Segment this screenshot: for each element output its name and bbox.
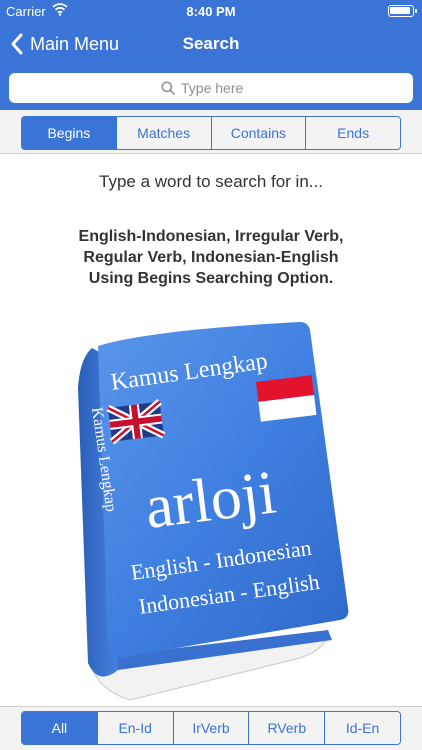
segment-ends[interactable]: Ends — [306, 117, 400, 149]
segment-en-id[interactable]: En-Id — [97, 712, 174, 744]
segment-irverb[interactable]: IrVerb — [173, 712, 250, 744]
top-bar: Carrier 8:40 PM Main Menu Search — [0, 0, 422, 70]
status-bar: Carrier 8:40 PM — [0, 0, 422, 22]
dictionary-filter-bar: All En-Id IrVerb RVerb Id-En — [0, 706, 422, 750]
description-line: Regular Verb, Indonesian-English — [83, 249, 339, 266]
segment-contains[interactable]: Contains — [211, 117, 307, 149]
segment-matches[interactable]: Matches — [116, 117, 212, 149]
search-description: English-Indonesian, Irregular Verb, Regu… — [40, 226, 382, 289]
page-title: Search — [182, 34, 240, 53]
navigation-bar: Main Menu Search — [0, 22, 422, 66]
dictionary-book-image: Kamus Lengkap arloji English - Indonesia… — [78, 322, 349, 701]
uk-flag-icon — [106, 398, 166, 445]
search-input[interactable] — [181, 80, 261, 96]
segment-all[interactable]: All — [22, 712, 98, 744]
battery-icon — [388, 5, 417, 17]
indonesia-flag-icon — [255, 375, 317, 422]
search-prompt: Type a word to search for in... — [99, 172, 323, 191]
search-field[interactable] — [9, 73, 413, 103]
description-line: Using Begins Searching Option. — [88, 270, 334, 287]
status-time: 8:40 PM — [186, 4, 236, 19]
segment-rverb[interactable]: RVerb — [249, 712, 326, 744]
segment-id-en[interactable]: Id-En — [325, 712, 400, 744]
search-bar — [0, 66, 422, 110]
search-mode-bar: Begins Matches Contains Ends — [0, 110, 422, 154]
description-line: English-Indonesian, Irregular Verb, — [78, 228, 344, 245]
search-icon — [161, 81, 175, 95]
segment-begins[interactable]: Begins — [22, 117, 117, 149]
search-mode-control: Begins Matches Contains Ends — [21, 116, 401, 150]
dictionary-filter-control: All En-Id IrVerb RVerb Id-En — [21, 711, 401, 745]
